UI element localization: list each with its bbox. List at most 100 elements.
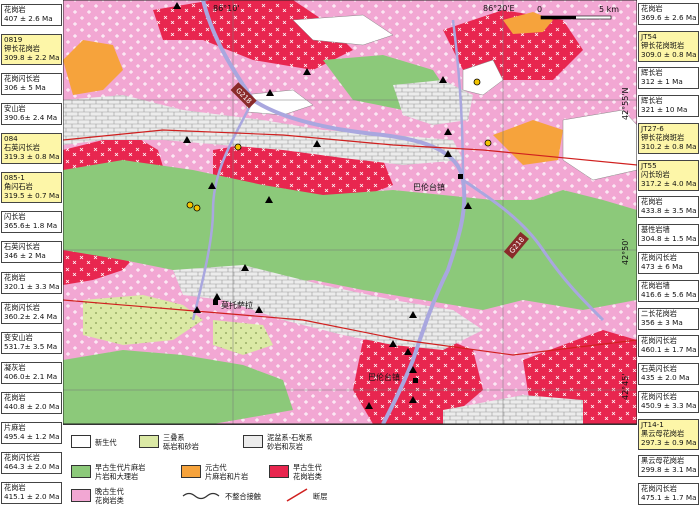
legend-label: 泥盆系-石炭系 <box>267 433 313 442</box>
rock-name: 084 <box>4 134 18 144</box>
age-label-box: 二长花岗岩 356 ± 3 Ma <box>638 307 699 330</box>
rock-name: 闪长岩 <box>4 212 26 222</box>
age-value: 346 ± 2 Ma <box>4 251 46 261</box>
age-value: 450.9 ± 3.3 Ma <box>641 400 697 410</box>
age-value: 473 ± 6 Ma <box>641 262 683 271</box>
rock-name: 花岗闪长岩 <box>4 74 40 84</box>
age-value: 464.3 ± 2.0 Ma <box>4 461 60 471</box>
age-value: 365.6± 1.8 Ma <box>4 221 58 231</box>
rock-name: 花岗岩 <box>4 5 26 15</box>
rock-name: JT27-6 <box>641 123 664 133</box>
legend-label: 元古代 <box>205 463 227 472</box>
geological-map-figure: 花岗岩 407 ± 2.6 Ma 0819 钾长花岗岩 309.8 ± 2.2 Ma 花岗… <box>0 0 700 509</box>
age-label-box: JT27-6 钾长花岗斑岩 310.2 ± 0.8 Ma <box>638 122 699 154</box>
rock-name: JT55 <box>641 160 657 170</box>
rock-name: 闪长玢岩 <box>641 169 670 179</box>
legend-swatch-devonian <box>243 435 263 448</box>
age-value: 460.1 ± 1.7 Ma <box>641 345 697 355</box>
rock-name: 花岗闪长岩 <box>4 302 40 312</box>
age-value: 310.2 ± 0.8 Ma <box>641 141 697 151</box>
rock-name: 花岗闪长岩 <box>641 484 677 494</box>
legend-label: 片麻岩和片岩 <box>205 472 249 481</box>
age-label-box: 辉长岩 321 ± 10 Ma <box>638 95 699 118</box>
legend-label: 花岗岩类 <box>95 496 124 505</box>
rock-name: 钾长花岗斑岩 <box>641 132 685 142</box>
age-value: 495.4 ± 1.2 Ma <box>4 431 60 441</box>
rock-name: 变安山岩 <box>4 332 33 342</box>
age-value: 317.2 ± 4.0 Ma <box>641 178 697 188</box>
age-label-box: 花岗闪长岩 306 ± 5 Ma <box>1 73 62 96</box>
age-value: 440.8 ± 2.0 Ma <box>4 401 60 411</box>
legend-label: 断层 <box>313 492 328 501</box>
latitude-label: 42°50' <box>621 238 630 265</box>
town-label: 巴伦台镇 <box>413 182 445 192</box>
age-value: 390.6± 2.4 Ma <box>4 113 58 123</box>
age-label-box: 花岗岩 440.8 ± 2.0 Ma <box>1 391 62 414</box>
age-value: 435 ± 2.0 Ma <box>641 373 690 383</box>
rock-name: 085-1 <box>4 173 25 183</box>
age-value: 433.8 ± 3.5 Ma <box>641 206 697 216</box>
rock-name: 基性岩墙 <box>641 225 670 235</box>
rock-name: JT14-1 <box>641 419 664 429</box>
age-label-box: 0819 钾长花岗岩 309.8 ± 2.2 Ma <box>1 34 62 66</box>
age-label-box: 花岗闪长岩 475.1 ± 1.7 Ma <box>638 483 699 506</box>
age-value: 304.8 ± 1.5 Ma <box>641 234 697 244</box>
rock-name: 花岗闪长岩 <box>4 452 40 462</box>
age-value: 299.8 ± 3.1 Ma <box>641 465 697 475</box>
rock-name: 石英闪长岩 <box>4 242 40 252</box>
legend-swatch-early-granite <box>269 465 289 478</box>
age-label-box: JT54 钾长花岗斑岩 309.0 ± 0.8 Ma <box>638 30 699 62</box>
legend-label: 早古生代片麻岩 <box>95 463 146 472</box>
age-label-box: 花岗岩 407 ± 2.6 Ma <box>1 4 62 27</box>
age-value: 319.3 ± 0.8 Ma <box>4 152 60 162</box>
age-value: 312 ± 1 Ma <box>641 77 683 87</box>
town-label: 莫托萨拉 <box>221 300 253 310</box>
legend-label: 片岩和大理岩 <box>95 472 139 481</box>
age-label-box: 花岗岩 320.1 ± 3.3 Ma <box>1 271 62 294</box>
age-label-box: 花岗岩 369.6 ± 2.6 Ma <box>638 2 699 25</box>
age-value: 415.1 ± 2.0 Ma <box>4 491 60 501</box>
latitude-label: 42°55'N <box>621 87 630 120</box>
age-label-box: 石英闪长岩 435 ± 2.0 Ma <box>638 363 699 386</box>
legend-label: 新生代 <box>95 438 117 447</box>
age-label-box: 花岗闪长岩 360.2± 2.4 Ma <box>1 301 62 324</box>
legend-unconformity-symbol <box>182 492 220 500</box>
age-label-box: 闪长岩 365.6± 1.8 Ma <box>1 211 62 234</box>
rock-name: 花岗岩 <box>641 3 663 13</box>
rock-name: 花岗岩 <box>4 482 26 492</box>
latitude-label: 42°45' <box>621 373 630 400</box>
age-value: 319.5 ± 0.7 Ma <box>4 191 60 201</box>
town-label: 巴伦台镇 <box>368 372 400 382</box>
age-label-box: 花岗岩墙 416.6 ± 5.6 Ma <box>638 279 699 302</box>
age-value: 360.2± 2.4 Ma <box>4 311 58 321</box>
map-legend: 新生代 三叠系 砾岩和砂岩 泥盆系-石炭系 砂岩和灰岩 早古生代片麻岩 片岩和大… <box>63 424 637 509</box>
legend-swatch-triassic <box>139 435 159 448</box>
longitude-label: 86°10' <box>213 4 240 13</box>
rock-name: 花岗岩 <box>641 197 663 207</box>
legend-label: 早古生代 <box>293 463 322 472</box>
age-value: 416.6 ± 5.6 Ma <box>641 289 697 299</box>
rock-name: 0819 <box>4 35 23 45</box>
age-value: 321 ± 10 Ma <box>641 105 688 115</box>
legend-fault-symbol <box>286 488 308 502</box>
rock-name: 黑云母花岗岩 <box>641 456 685 466</box>
age-value: 309.8 ± 2.2 Ma <box>4 53 60 63</box>
right-age-labels: 花岗岩 369.6 ± 2.6 Ma JT54 钾长花岗斑岩 309.0 ± 0.8 M… <box>637 0 700 508</box>
legend-swatch-proterozoic <box>181 465 201 478</box>
age-label-box: 变安山岩 531.7± 3.5 Ma <box>1 331 62 354</box>
age-value: 320.1 ± 3.3 Ma <box>4 281 60 291</box>
age-label-box: 安山岩 390.6± 2.4 Ma <box>1 103 62 126</box>
rock-name: 角闪石岩 <box>4 182 33 192</box>
rock-name: 花岗岩 <box>4 272 26 282</box>
rock-name: 钾长花岗斑岩 <box>641 40 685 50</box>
legend-label: 砂岩和灰岩 <box>267 442 303 451</box>
longitude-label: 86°20'E <box>483 4 515 13</box>
age-label-box: 花岗闪长岩 464.3 ± 2.0 Ma <box>1 451 62 474</box>
age-label-box: 基性岩墙 304.8 ± 1.5 Ma <box>638 224 699 247</box>
rock-name: 钾长花岗岩 <box>4 44 40 54</box>
rock-name: 凝灰岩 <box>4 362 26 372</box>
age-value: 369.6 ± 2.6 Ma <box>641 12 697 22</box>
age-label-box: JT55 闪长玢岩 317.2 ± 4.0 Ma <box>638 159 699 191</box>
rock-name: 黑云母花岗岩 <box>641 428 685 438</box>
age-value: 297.3 ± 0.9 Ma <box>641 437 697 447</box>
